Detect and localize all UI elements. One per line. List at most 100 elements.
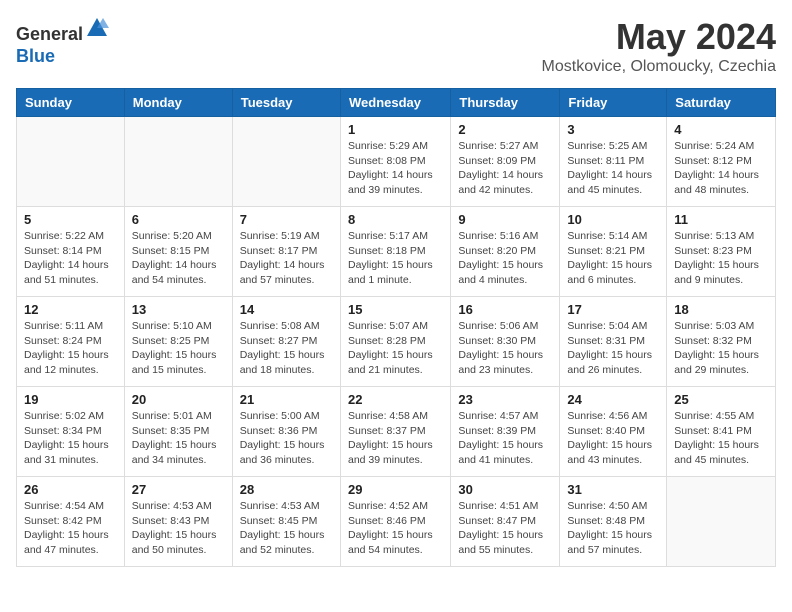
header-thursday: Thursday bbox=[451, 89, 560, 117]
calendar-cell-w1-d3 bbox=[232, 117, 340, 207]
calendar-cell-w5-d5: 30Sunrise: 4:51 AM Sunset: 8:47 PM Dayli… bbox=[451, 477, 560, 567]
calendar-cell-w1-d6: 3Sunrise: 5:25 AM Sunset: 8:11 PM Daylig… bbox=[560, 117, 667, 207]
calendar-cell-w1-d7: 4 Sunrise: 5:24 AM Sunset: 8:12 PM Daylig… bbox=[667, 117, 776, 207]
calendar-cell-w1-d2 bbox=[124, 117, 232, 207]
day-info: Sunrise: 4:53 AM Sunset: 8:45 PM Dayligh… bbox=[240, 499, 333, 558]
day-info: Sunrise: 5:07 AM Sunset: 8:28 PM Dayligh… bbox=[348, 319, 443, 378]
day-info: Sunrise: 4:50 AM Sunset: 8:48 PM Dayligh… bbox=[567, 499, 659, 558]
calendar-cell-w4-d1: 19Sunrise: 5:02 AM Sunset: 8:34 PM Dayli… bbox=[17, 387, 125, 477]
calendar-cell-w1-d4: 1 Sunrise: 5:29 AM Sunset: 8:08 PM Daylig… bbox=[340, 117, 450, 207]
day-number: 7 bbox=[240, 212, 333, 227]
day-info: Sunrise: 5:11 AM Sunset: 8:24 PM Dayligh… bbox=[24, 319, 117, 378]
day-info: Sunrise: 4:54 AM Sunset: 8:42 PM Dayligh… bbox=[24, 499, 117, 558]
calendar-cell-w5-d4: 29Sunrise: 4:52 AM Sunset: 8:46 PM Dayli… bbox=[340, 477, 450, 567]
day-number: 28 bbox=[240, 482, 333, 497]
day-info: Sunrise: 4:51 AM Sunset: 8:47 PM Dayligh… bbox=[458, 499, 552, 558]
day-info: Sunrise: 5:02 AM Sunset: 8:34 PM Dayligh… bbox=[24, 409, 117, 468]
title-month: May 2024 bbox=[542, 16, 776, 58]
page-header: General Blue May 2024 Mostkovice, Olomou… bbox=[16, 16, 776, 76]
title-block: May 2024 Mostkovice, Olomoucky, Czechia bbox=[542, 16, 776, 76]
day-info: Sunrise: 5:13 AM Sunset: 8:23 PM Dayligh… bbox=[674, 229, 768, 288]
day-info: Sunrise: 4:55 AM Sunset: 8:41 PM Dayligh… bbox=[674, 409, 768, 468]
logo: General Blue bbox=[16, 16, 109, 67]
day-number: 12 bbox=[24, 302, 117, 317]
calendar-cell-w3-d3: 14 Sunrise: 5:08 AM Sunset: 8:27 PM Dayli… bbox=[232, 297, 340, 387]
day-number: 2 bbox=[458, 122, 552, 137]
day-number: 26 bbox=[24, 482, 117, 497]
day-number: 11 bbox=[674, 212, 768, 227]
calendar-cell-w5-d7 bbox=[667, 477, 776, 567]
calendar-cell-w3-d5: 16 Sunrise: 5:06 AM Sunset: 8:30 PM Dayli… bbox=[451, 297, 560, 387]
day-number: 6 bbox=[132, 212, 225, 227]
day-info: Sunrise: 5:20 AM Sunset: 8:15 PM Dayligh… bbox=[132, 229, 225, 288]
day-info: Sunrise: 5:27 AM Sunset: 8:09 PM Dayligh… bbox=[458, 139, 552, 198]
day-number: 15 bbox=[348, 302, 443, 317]
header-tuesday: Tuesday bbox=[232, 89, 340, 117]
calendar-week-3: 12 Sunrise: 5:11 AM Sunset: 8:24 PM Dayli… bbox=[17, 297, 776, 387]
calendar-cell-w2-d7: 11 Sunrise: 5:13 AM Sunset: 8:23 PM Dayli… bbox=[667, 207, 776, 297]
day-number: 16 bbox=[458, 302, 552, 317]
day-number: 23 bbox=[458, 392, 552, 407]
calendar-cell-w2-d4: 8Sunrise: 5:17 AM Sunset: 8:18 PM Daylig… bbox=[340, 207, 450, 297]
day-number: 4 bbox=[674, 122, 768, 137]
calendar-cell-w3-d7: 18 Sunrise: 5:03 AM Sunset: 8:32 PM Dayli… bbox=[667, 297, 776, 387]
day-info: Sunrise: 4:56 AM Sunset: 8:40 PM Dayligh… bbox=[567, 409, 659, 468]
logo-text: General bbox=[16, 16, 109, 46]
calendar-week-2: 5Sunrise: 5:22 AM Sunset: 8:14 PM Daylig… bbox=[17, 207, 776, 297]
calendar-cell-w3-d1: 12 Sunrise: 5:11 AM Sunset: 8:24 PM Dayli… bbox=[17, 297, 125, 387]
calendar-cell-w4-d2: 20 Sunrise: 5:01 AM Sunset: 8:35 PM Dayli… bbox=[124, 387, 232, 477]
logo-blue-text: Blue bbox=[16, 46, 109, 68]
calendar-cell-w4-d5: 23Sunrise: 4:57 AM Sunset: 8:39 PM Dayli… bbox=[451, 387, 560, 477]
calendar-table: Sunday Monday Tuesday Wednesday Thursday… bbox=[16, 88, 776, 567]
day-number: 10 bbox=[567, 212, 659, 227]
calendar-cell-w2-d5: 9 Sunrise: 5:16 AM Sunset: 8:20 PM Daylig… bbox=[451, 207, 560, 297]
calendar-cell-w4-d4: 22Sunrise: 4:58 AM Sunset: 8:37 PM Dayli… bbox=[340, 387, 450, 477]
calendar-header-row: Sunday Monday Tuesday Wednesday Thursday… bbox=[17, 89, 776, 117]
day-number: 25 bbox=[674, 392, 768, 407]
calendar-cell-w2-d2: 6 Sunrise: 5:20 AM Sunset: 8:15 PM Daylig… bbox=[124, 207, 232, 297]
day-info: Sunrise: 5:19 AM Sunset: 8:17 PM Dayligh… bbox=[240, 229, 333, 288]
header-friday: Friday bbox=[560, 89, 667, 117]
day-number: 20 bbox=[132, 392, 225, 407]
day-info: Sunrise: 5:29 AM Sunset: 8:08 PM Dayligh… bbox=[348, 139, 443, 198]
day-number: 1 bbox=[348, 122, 443, 137]
day-info: Sunrise: 5:14 AM Sunset: 8:21 PM Dayligh… bbox=[567, 229, 659, 288]
calendar-cell-w5-d3: 28 Sunrise: 4:53 AM Sunset: 8:45 PM Dayli… bbox=[232, 477, 340, 567]
day-number: 9 bbox=[458, 212, 552, 227]
day-number: 24 bbox=[567, 392, 659, 407]
day-number: 18 bbox=[674, 302, 768, 317]
day-info: Sunrise: 5:03 AM Sunset: 8:32 PM Dayligh… bbox=[674, 319, 768, 378]
day-info: Sunrise: 5:16 AM Sunset: 8:20 PM Dayligh… bbox=[458, 229, 552, 288]
day-number: 21 bbox=[240, 392, 333, 407]
calendar-cell-w5-d2: 27 Sunrise: 4:53 AM Sunset: 8:43 PM Dayli… bbox=[124, 477, 232, 567]
day-info: Sunrise: 5:06 AM Sunset: 8:30 PM Dayligh… bbox=[458, 319, 552, 378]
calendar-cell-w2-d1: 5Sunrise: 5:22 AM Sunset: 8:14 PM Daylig… bbox=[17, 207, 125, 297]
calendar-cell-w5-d1: 26 Sunrise: 4:54 AM Sunset: 8:42 PM Dayli… bbox=[17, 477, 125, 567]
day-number: 3 bbox=[567, 122, 659, 137]
calendar-cell-w3-d2: 13Sunrise: 5:10 AM Sunset: 8:25 PM Dayli… bbox=[124, 297, 232, 387]
day-info: Sunrise: 4:53 AM Sunset: 8:43 PM Dayligh… bbox=[132, 499, 225, 558]
calendar-cell-w2-d6: 10 Sunrise: 5:14 AM Sunset: 8:21 PM Dayli… bbox=[560, 207, 667, 297]
calendar-cell-w4-d7: 25 Sunrise: 4:55 AM Sunset: 8:41 PM Dayli… bbox=[667, 387, 776, 477]
calendar-cell-w4-d3: 21 Sunrise: 5:00 AM Sunset: 8:36 PM Dayli… bbox=[232, 387, 340, 477]
day-number: 13 bbox=[132, 302, 225, 317]
day-info: Sunrise: 5:24 AM Sunset: 8:12 PM Dayligh… bbox=[674, 139, 768, 198]
day-info: Sunrise: 4:52 AM Sunset: 8:46 PM Dayligh… bbox=[348, 499, 443, 558]
day-number: 17 bbox=[567, 302, 659, 317]
logo-icon bbox=[85, 16, 109, 40]
calendar-week-5: 26 Sunrise: 4:54 AM Sunset: 8:42 PM Dayli… bbox=[17, 477, 776, 567]
header-saturday: Saturday bbox=[667, 89, 776, 117]
day-info: Sunrise: 5:00 AM Sunset: 8:36 PM Dayligh… bbox=[240, 409, 333, 468]
header-monday: Monday bbox=[124, 89, 232, 117]
day-number: 27 bbox=[132, 482, 225, 497]
calendar-cell-w1-d5: 2 Sunrise: 5:27 AM Sunset: 8:09 PM Daylig… bbox=[451, 117, 560, 207]
day-info: Sunrise: 5:08 AM Sunset: 8:27 PM Dayligh… bbox=[240, 319, 333, 378]
day-info: Sunrise: 5:04 AM Sunset: 8:31 PM Dayligh… bbox=[567, 319, 659, 378]
header-wednesday: Wednesday bbox=[340, 89, 450, 117]
day-info: Sunrise: 5:01 AM Sunset: 8:35 PM Dayligh… bbox=[132, 409, 225, 468]
day-number: 8 bbox=[348, 212, 443, 227]
day-info: Sunrise: 5:22 AM Sunset: 8:14 PM Dayligh… bbox=[24, 229, 117, 288]
title-location: Mostkovice, Olomoucky, Czechia bbox=[542, 58, 776, 76]
calendar-cell-w4-d6: 24 Sunrise: 4:56 AM Sunset: 8:40 PM Dayli… bbox=[560, 387, 667, 477]
day-number: 14 bbox=[240, 302, 333, 317]
